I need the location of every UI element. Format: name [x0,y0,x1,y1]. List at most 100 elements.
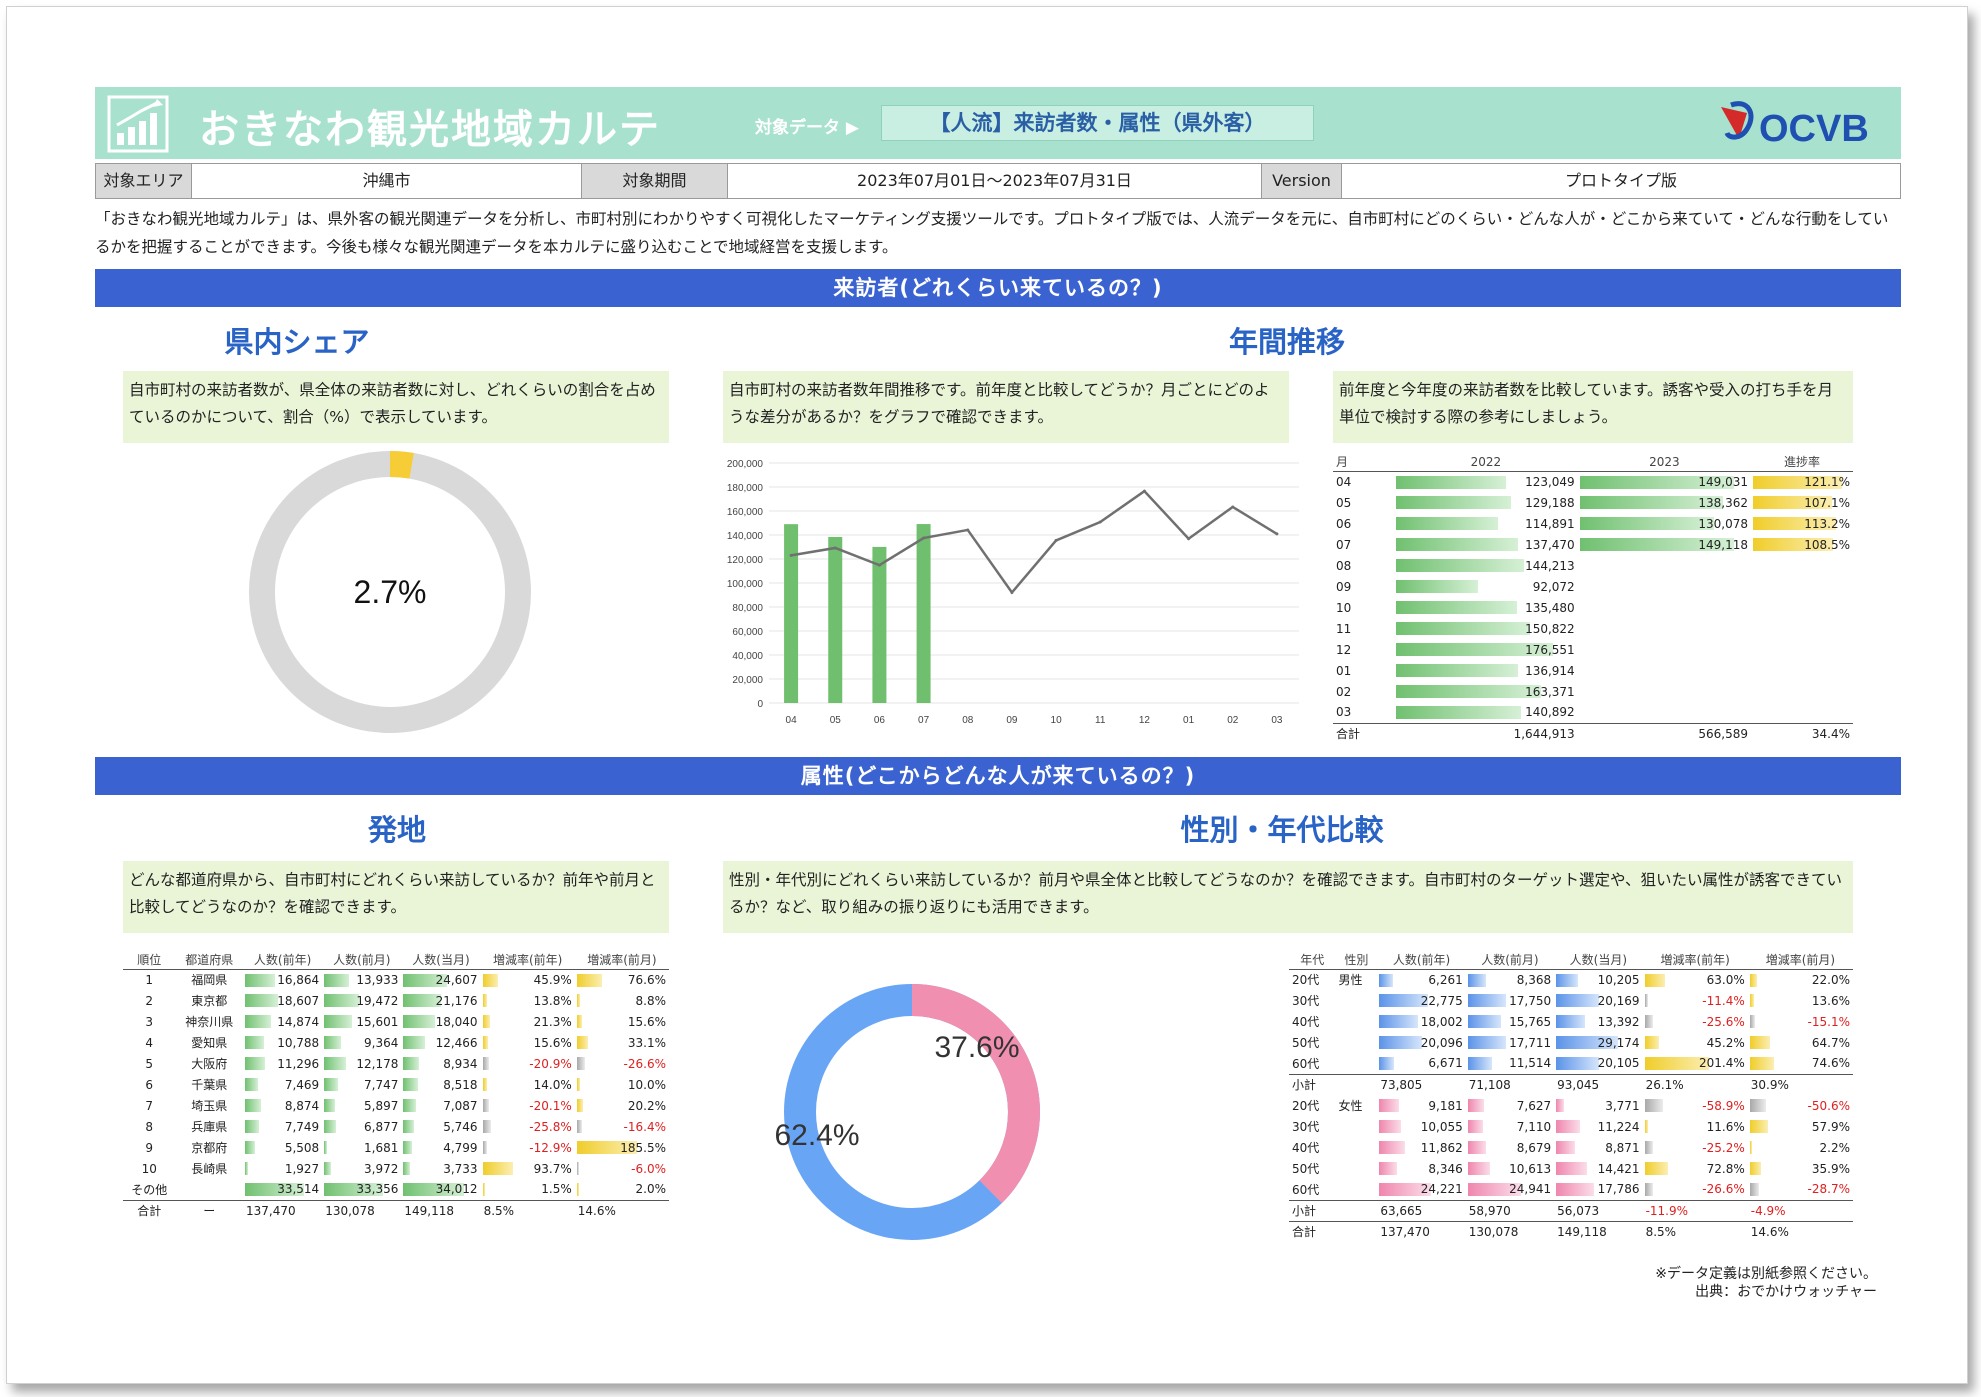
count-cell-bar [1556,1162,1587,1175]
count-cell: 8,346 [1377,1158,1465,1179]
month-cell: 11 [1336,621,1352,636]
value-2022-cell-bar [1396,601,1517,614]
progress-cell [1751,555,1853,576]
age-cell: 合計 [1289,1220,1336,1242]
count-cell-bar [245,1036,265,1049]
count-cell: 8,934 [401,1053,480,1074]
count-cell-bar [245,1120,259,1133]
rate-cell: 1.5% [481,1179,575,1200]
progress-cell: 121.1% [1751,471,1853,492]
rate-cell: -6.0% [575,1158,669,1179]
rate-cell-bar [576,1015,582,1028]
rate-cell: 15.6% [481,1032,575,1053]
value-2022-cell-bar [1396,475,1506,489]
value-2022-cell-bar [1396,622,1531,635]
count-cell: 29,174 [1554,1032,1642,1053]
value-2022-cell: 163,371 [1394,681,1578,702]
count-cell-bar [245,994,278,1007]
value-2023-cell [1578,681,1751,702]
count-cell-bar [1556,1057,1600,1070]
gender-row: 50代 8,346 10,613 14,421 72.8% 35.9% [1289,1158,1853,1179]
origin-col-header: 増減率(前年) [480,951,575,970]
rate-cell-bar [482,1141,487,1154]
count-cell: 12,466 [401,1032,480,1053]
rate-cell: 74.6% [1748,1053,1853,1074]
annual-note-compare: 前年度と今年度の来訪者数を比較しています。誘客や受入の打ち手を月単位で検討する際… [1333,371,1853,443]
progress-cell: 108.5% [1751,534,1853,555]
count-cell: 8,679 [1466,1137,1554,1158]
value-2022-cell: 137,470 [1394,534,1578,555]
month-cell: 10 [1336,600,1352,615]
version-label: Version [1262,164,1342,198]
origin-row: 2 東京都 18,607 19,472 21,176 13.8% 8.8% [123,990,669,1011]
gender-total-row: 小計 73,805 71,108 93,045 26.1% 30.9% [1289,1073,1853,1095]
rate-cell-bar [576,1036,588,1049]
count-cell-bar [324,1120,337,1133]
origin-col-header: 人数(前月) [322,951,402,970]
count-cell: 8,874 [243,1095,322,1116]
gender-col-header: 人数(前月) [1465,951,1555,970]
area-value[interactable]: 沖縄市 [192,164,582,198]
rate-cell: 20.2% [575,1095,669,1116]
bar-2023 [916,524,931,703]
rank-cell: 1 [145,972,154,987]
col-2022: 2022 [1394,453,1578,472]
period-label: 対象期間 [582,164,728,198]
count-cell-bar [245,1099,261,1112]
count-cell-bar [1467,1162,1491,1175]
monthly-row: 11 150,822 [1333,618,1853,639]
section-band-attributes: 属性(どこからどんな人が来ているの？) [95,757,1901,795]
rate-cell-bar [1749,973,1757,987]
x-tick-label: 07 [918,715,930,726]
line-point-2022 [877,563,881,567]
count-cell-bar [324,1162,332,1175]
gender-col-header: 増減率(前月) [1747,951,1853,970]
share-note: 自市町村の来訪者数が、県全体の来訪者数に対し、どれくらいの割合を占めているのかに… [123,371,669,443]
origin-col-header: 人数(前年) [243,951,323,970]
share-title: 県内シェア [224,325,370,359]
count-cell-bar [324,973,349,987]
count-cell: 22,775 [1377,990,1465,1011]
gender-col-header: 人数(当月) [1554,951,1643,970]
count-cell-bar [245,1078,259,1091]
monthly-total-row: 合計 1,644,913 566,589 34.4% [1333,722,1853,744]
value-2023-cell: 149,031 [1578,471,1751,492]
x-tick-label: 05 [830,715,842,726]
count-cell: 8,518 [401,1074,480,1095]
period-value[interactable]: 2023年07月01日～2023年07月31日 [728,164,1262,198]
y-tick-label: 180,000 [727,483,764,494]
count-cell: 17,786 [1554,1179,1642,1200]
count-cell: 3,972 [322,1158,401,1179]
version-value: プロトタイプ版 [1564,171,1677,190]
gender-row: 30代 22,775 17,750 20,169 -11.4% 13.6% [1289,990,1853,1011]
pref-cell: 神奈川県 [185,1015,234,1029]
x-tick-label: 04 [786,715,798,726]
count-cell: 63,665 [1377,1199,1466,1221]
rate-cell-bar [1749,1141,1752,1154]
count-cell: 9,181 [1377,1095,1465,1116]
count-cell-bar [1467,1141,1487,1154]
rate-cell: 13.8% [481,990,575,1011]
rate-cell-bar [482,1057,490,1070]
rate-cell-bar [482,1120,491,1133]
count-cell-bar [1467,1120,1483,1133]
count-cell: 9,364 [322,1032,401,1053]
total-cell: 566,589 [1577,722,1752,744]
target-data-selector[interactable]: 【人流】来訪者数・属性（県外客） [881,105,1314,141]
gender-col-header: 人数(前年) [1377,951,1466,970]
rate-cell-bar [482,1099,490,1112]
month-cell: 01 [1336,663,1352,678]
age-cell: 30代 [1292,1120,1320,1134]
rate-cell-bar [482,973,498,987]
count-cell-bar [403,1057,420,1070]
y-tick-label: 140,000 [727,531,764,542]
count-cell: 10,788 [243,1032,322,1053]
x-tick-label: 12 [1139,715,1151,726]
footer-note: ※データ定義は別紙参照ください。 [1655,1266,1877,1282]
rate-cell: 2.2% [1748,1137,1853,1158]
line-2022 [790,489,1278,595]
value-2022-cell-bar [1396,496,1511,509]
origin-note: どんな都道府県から、自市町村にどれくらい来訪しているか？前年や前月と比較してどう… [123,861,669,933]
gender-total-row: 合計 137,470 130,078 149,118 8.5% 14.6% [1289,1220,1853,1242]
rate-cell: 45.2% [1643,1032,1748,1053]
